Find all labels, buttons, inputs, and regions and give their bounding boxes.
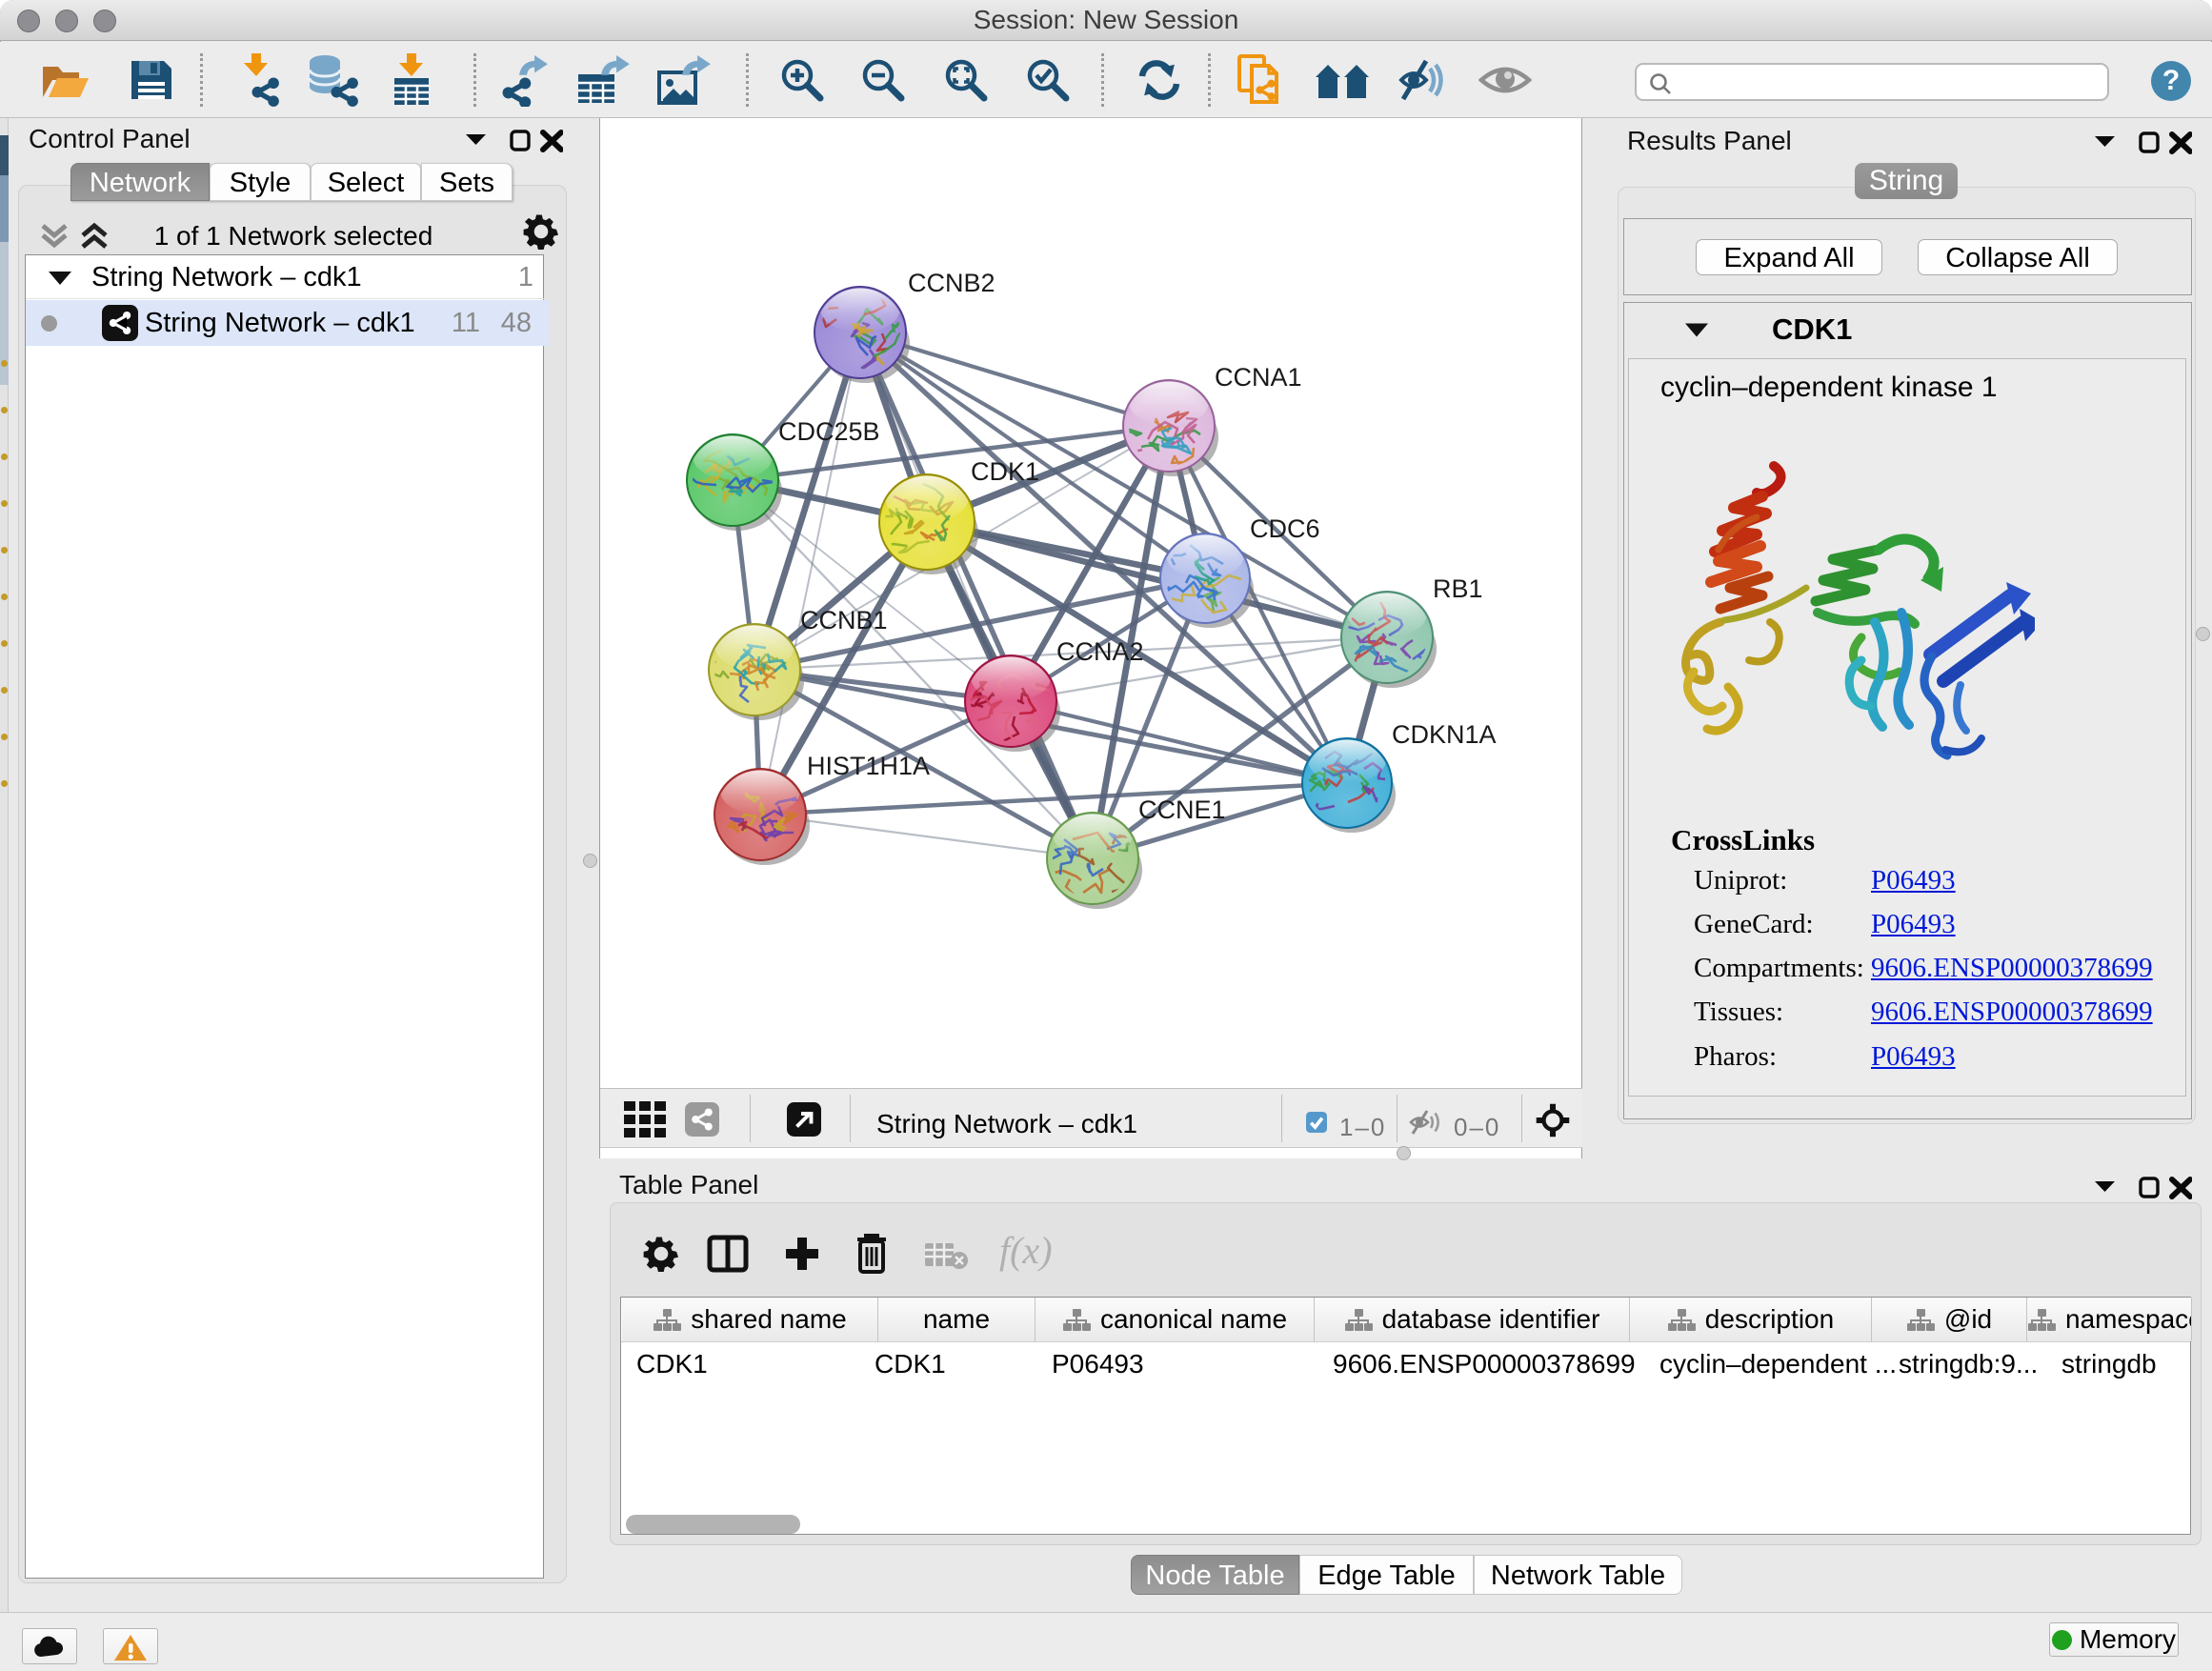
svg-text:CDC25B: CDC25B	[778, 417, 880, 446]
svg-text:CCNE1: CCNE1	[1138, 795, 1226, 824]
svg-text:CCNB2: CCNB2	[908, 269, 995, 297]
svg-text:CDC6: CDC6	[1250, 514, 1320, 543]
svg-text:CCNA2: CCNA2	[1056, 637, 1144, 666]
svg-text:CDK1: CDK1	[971, 457, 1039, 486]
svg-text:HIST1H1A: HIST1H1A	[807, 752, 930, 780]
svg-text:RB1: RB1	[1433, 574, 1483, 603]
svg-text:CCNA1: CCNA1	[1215, 363, 1302, 392]
svg-text:?: ?	[2162, 65, 2180, 96]
svg-text:CDKN1A: CDKN1A	[1392, 720, 1497, 749]
svg-text:CCNB1: CCNB1	[800, 606, 888, 634]
